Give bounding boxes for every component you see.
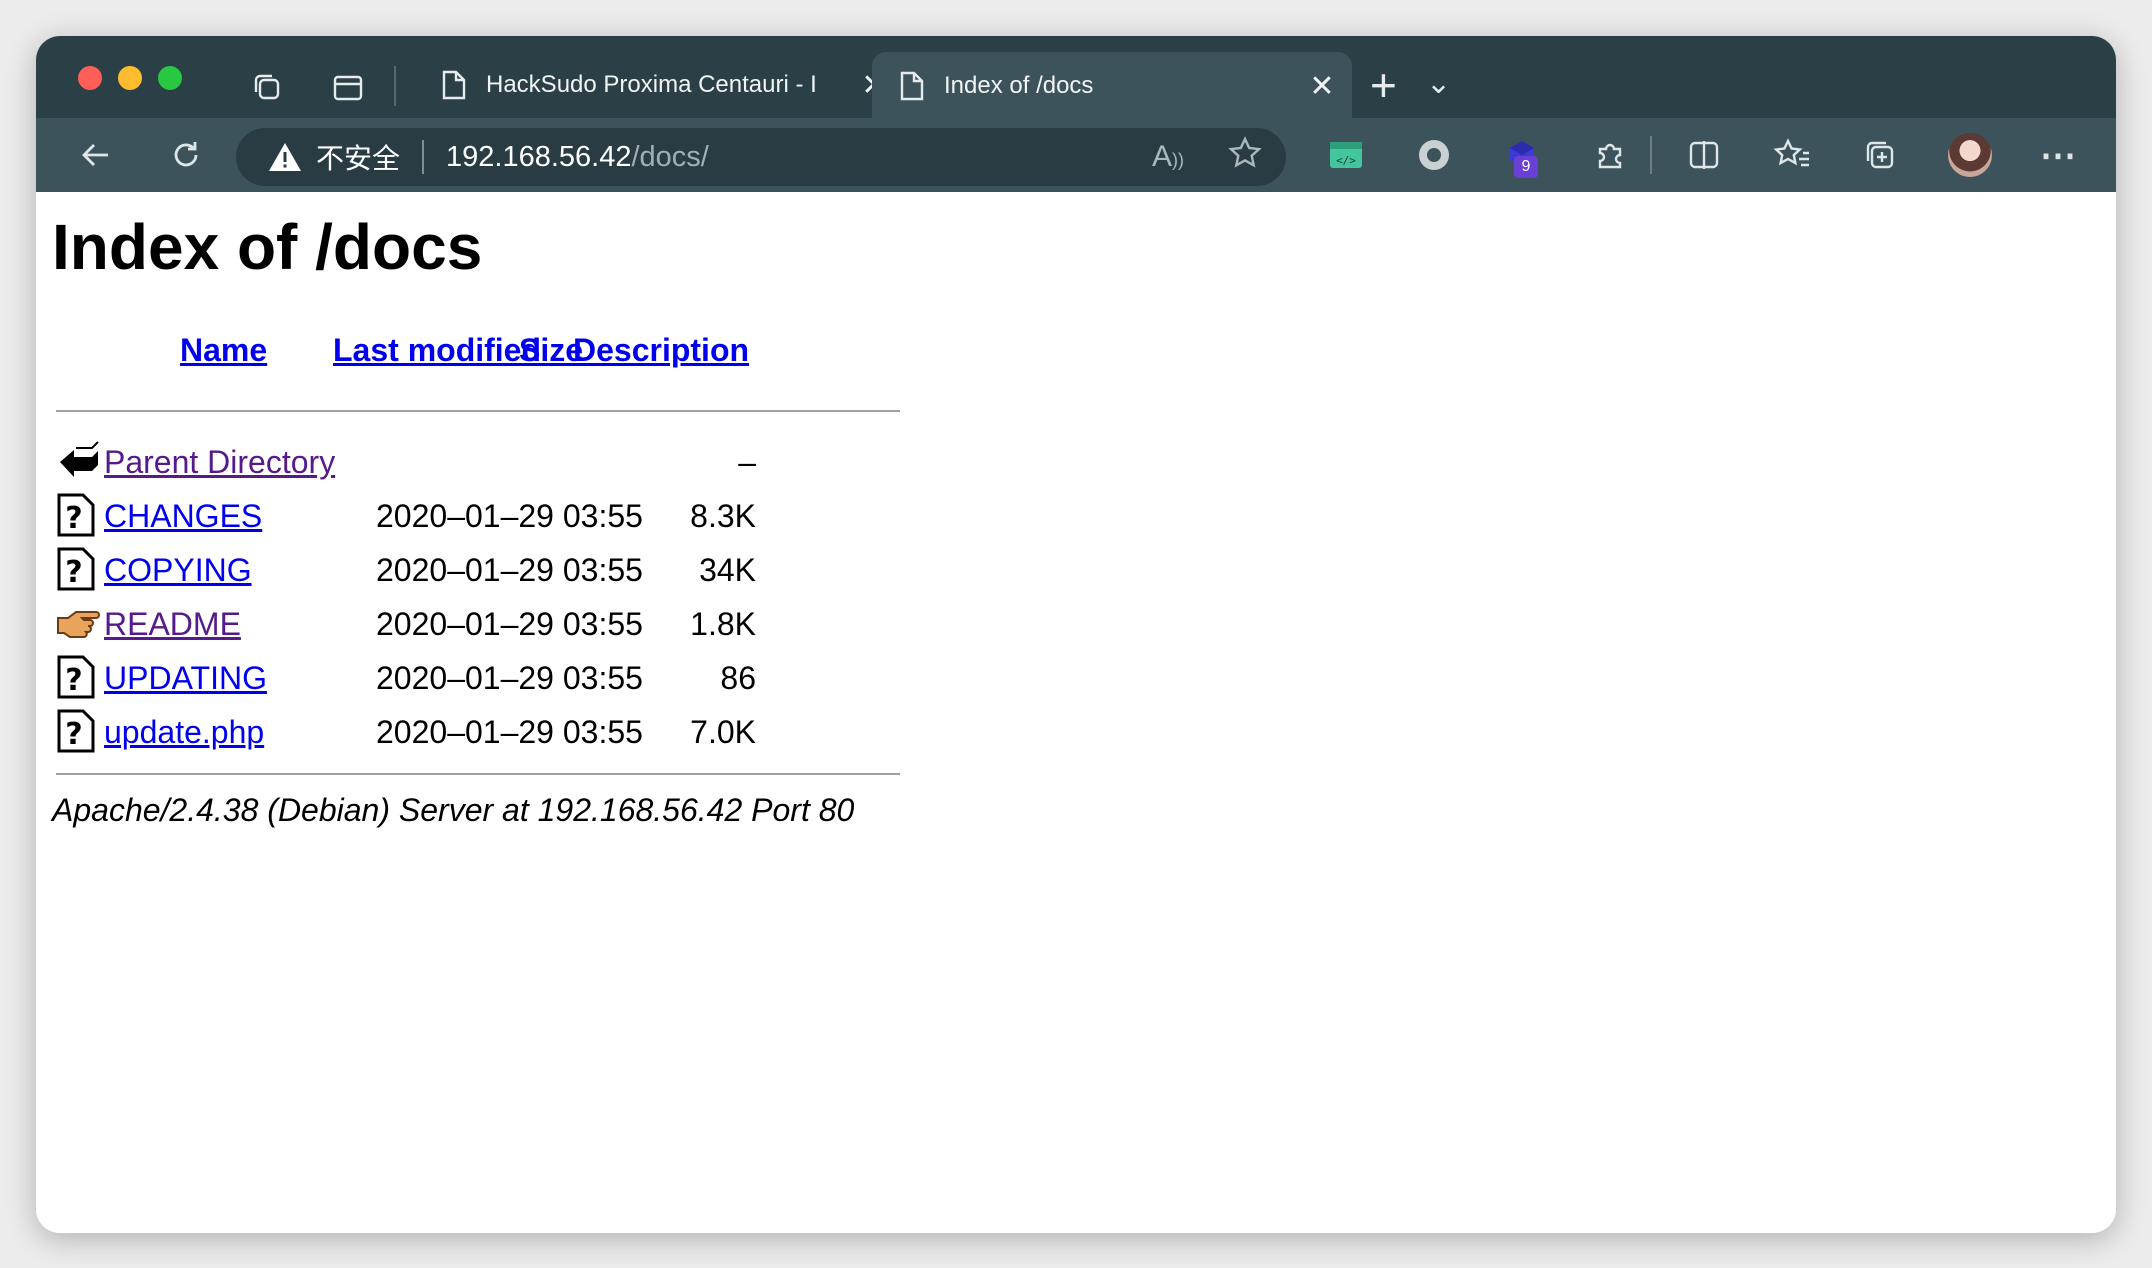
browser-window: HackSudo Proxima Centauri - I ✕ Index of…	[36, 36, 2116, 1233]
sort-by-last-modified-link[interactable]: Last modified	[333, 332, 541, 368]
file-link[interactable]: COPYING	[104, 552, 252, 589]
url-path: /docs/	[631, 140, 709, 173]
parent-directory-link[interactable]: Parent Directory	[104, 444, 335, 481]
table-row: Parent Directory –	[56, 438, 956, 490]
minimize-window-button[interactable]	[118, 66, 142, 90]
row-date: 2020–01–29 03:55	[376, 552, 643, 588]
document-icon	[892, 70, 932, 102]
tab-index-of-docs[interactable]: Index of /docs ✕	[872, 52, 1352, 120]
row-date: 2020–01–29 03:55	[376, 660, 643, 696]
file-link[interactable]: README	[104, 606, 241, 643]
sort-by-name-link[interactable]: Name	[180, 332, 267, 368]
read-aloud-icon[interactable]: A))	[1152, 140, 1184, 174]
browser-chrome: HackSudo Proxima Centauri - I ✕ Index of…	[36, 36, 2116, 192]
svg-text:?: ?	[65, 555, 82, 590]
document-icon	[434, 69, 474, 101]
row-size: 34K	[699, 552, 756, 588]
sort-by-description-link[interactable]: Description	[573, 332, 749, 368]
vertical-tabs-icon[interactable]	[330, 70, 366, 111]
row-size: 86	[720, 660, 756, 696]
close-tab-icon[interactable]: ✕	[1292, 69, 1352, 104]
table-row: ? UPDATING 2020–01–29 03:55 86	[56, 654, 956, 706]
refresh-icon[interactable]	[158, 118, 214, 192]
address-bar[interactable]: 不安全 192.168.56.42/docs/ A))	[236, 128, 1286, 186]
row-date: 2020–01–29 03:55	[376, 498, 643, 534]
toolbar-divider	[1650, 136, 1652, 174]
url-host: 192.168.56.42	[446, 140, 632, 173]
profile-avatar[interactable]	[1942, 118, 1998, 192]
omnibox-separator	[422, 140, 425, 174]
table-row: README 2020–01–29 03:55 1.8K	[56, 600, 956, 652]
workspaces-icon[interactable]	[250, 70, 286, 111]
file-link[interactable]: CHANGES	[104, 498, 262, 535]
file-link[interactable]: UPDATING	[104, 660, 267, 697]
unknown-file-icon: ?	[56, 546, 100, 591]
svg-text:?: ?	[65, 663, 82, 698]
extension-badge: 9	[1514, 156, 1538, 178]
row-size: 1.8K	[690, 606, 756, 642]
security-label[interactable]: 不安全	[316, 137, 400, 177]
favorite-star-icon[interactable]	[1228, 136, 1262, 178]
svg-text:</>: </>	[1336, 154, 1356, 167]
row-size: 8.3K	[690, 498, 756, 534]
collections-icon[interactable]	[1852, 118, 1908, 192]
dev-tools-extension-icon[interactable]: </>	[1318, 118, 1374, 192]
unknown-file-icon: ?	[56, 654, 100, 699]
split-screen-icon[interactable]	[1676, 118, 1732, 192]
row-size: 7.0K	[690, 714, 756, 750]
table-row: ? CHANGES 2020–01–29 03:55 8.3K	[56, 492, 956, 544]
extension-cube-icon[interactable]: 9	[1494, 118, 1550, 192]
more-menu-icon[interactable]: ⋯	[2030, 118, 2086, 192]
row-date: 2020–01–29 03:55	[376, 606, 643, 642]
record-circle-icon[interactable]	[1406, 118, 1462, 192]
tab-title: HackSudo Proxima Centauri - I	[486, 71, 817, 98]
new-tab-button[interactable]: +	[1370, 58, 1397, 112]
avatar	[1948, 133, 1992, 177]
toolbar: 不安全 192.168.56.42/docs/ A)) </> 9 ⋯	[36, 118, 2116, 192]
tab-list-chevron-down-icon[interactable]: ⌄	[1426, 66, 1451, 101]
unknown-file-icon: ?	[56, 492, 100, 537]
file-link[interactable]: update.php	[104, 714, 264, 751]
footer-divider	[56, 773, 900, 775]
svg-text:?: ?	[65, 501, 82, 536]
back-arrow-icon[interactable]	[68, 118, 124, 192]
table-row: ? COPYING 2020–01–29 03:55 34K	[56, 546, 956, 598]
maximize-window-button[interactable]	[158, 66, 182, 90]
pointing-hand-icon	[56, 600, 100, 644]
page-title: Index of /docs	[52, 211, 483, 283]
close-window-button[interactable]	[78, 66, 102, 90]
page-content: Index of /docs Name Last modified Size D…	[36, 192, 2116, 1233]
svg-text:?: ?	[65, 717, 82, 752]
warning-icon[interactable]	[268, 140, 302, 174]
tab-hacksudo[interactable]: HackSudo Proxima Centauri - I ✕	[414, 52, 904, 118]
server-signature: Apache/2.4.38 (Debian) Server at 192.168…	[52, 792, 855, 828]
header-divider	[56, 410, 900, 412]
back-arrow-icon	[56, 438, 100, 482]
row-date: 2020–01–29 03:55	[376, 714, 643, 750]
table-row: ? update.php 2020–01–29 03:55 7.0K	[56, 708, 956, 760]
extensions-puzzle-icon[interactable]	[1582, 118, 1638, 192]
favorites-icon[interactable]	[1764, 118, 1820, 192]
tab-divider	[394, 66, 396, 106]
row-size: –	[738, 444, 756, 480]
tab-title: Index of /docs	[944, 72, 1094, 99]
unknown-file-icon: ?	[56, 708, 100, 753]
